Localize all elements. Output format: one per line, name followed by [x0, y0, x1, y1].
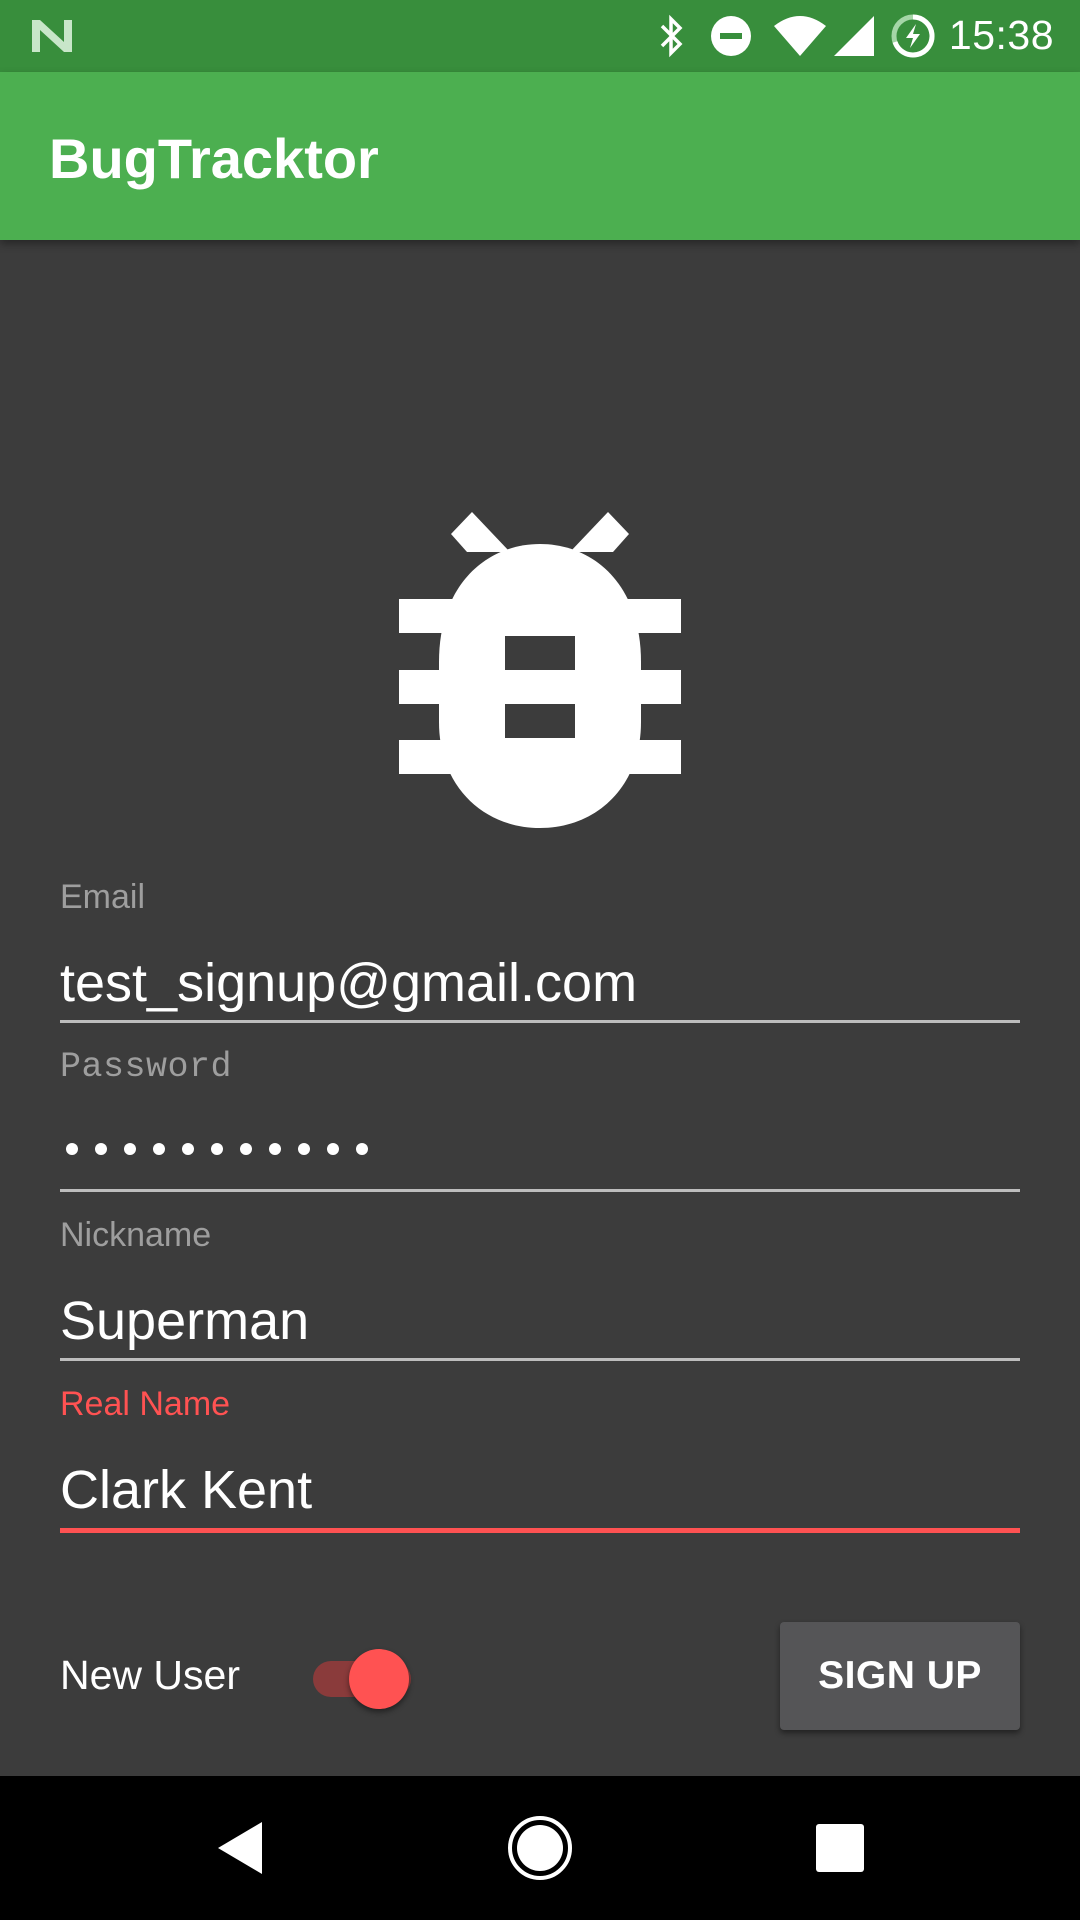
new-user-switch[interactable]	[313, 1649, 411, 1709]
recents-icon	[816, 1824, 864, 1872]
real-name-underline	[60, 1528, 1020, 1533]
real-name-label: Real Name	[60, 1385, 231, 1423]
n-logo-icon	[32, 20, 72, 52]
back-icon	[218, 1822, 262, 1874]
nickname-field[interactable]: Nickname Superman	[60, 1216, 1020, 1362]
sign-up-button[interactable]: SIGN UP	[780, 1622, 1020, 1730]
password-dot	[327, 1143, 339, 1155]
password-dot	[269, 1143, 281, 1155]
nav-recents-button[interactable]	[770, 1776, 910, 1920]
status-bar: 15:38	[0, 0, 1080, 72]
real-name-input[interactable]: Clark Kent	[60, 1459, 312, 1521]
bug-icon	[399, 512, 681, 828]
wifi-icon	[774, 16, 826, 56]
password-dot	[153, 1143, 165, 1155]
nickname-underline	[60, 1358, 1020, 1361]
nickname-input[interactable]: Superman	[60, 1290, 309, 1352]
email-field[interactable]: Email test_signup@gmail.com	[60, 878, 1020, 1024]
bluetooth-icon	[660, 14, 683, 58]
signup-screen: 15:38 BugTracktor Email test_signup@gmai…	[0, 0, 1080, 1920]
password-label: Password	[60, 1047, 233, 1087]
nav-back-button[interactable]	[170, 1776, 310, 1920]
status-time: 15:38	[948, 12, 1054, 58]
nickname-label: Nickname	[60, 1216, 212, 1254]
app-bar: BugTracktor	[0, 72, 1080, 240]
home-icon	[508, 1816, 572, 1880]
password-field[interactable]: Password	[60, 1047, 1020, 1193]
real-name-field[interactable]: Real Name Clark Kent	[60, 1385, 1020, 1535]
password-underline	[60, 1189, 1020, 1192]
password-dot	[182, 1143, 194, 1155]
new-user-label: New User	[60, 1652, 240, 1698]
email-input[interactable]: test_signup@gmail.com	[60, 952, 637, 1014]
do-not-disturb-icon	[711, 16, 751, 56]
app-title: BugTracktor	[49, 127, 379, 190]
password-dot	[298, 1143, 310, 1155]
password-dot	[240, 1143, 252, 1155]
password-dot	[356, 1143, 368, 1155]
password-dot	[211, 1143, 223, 1155]
navigation-bar	[0, 1776, 1080, 1920]
email-underline	[60, 1020, 1020, 1023]
password-input[interactable]	[66, 1143, 368, 1155]
switch-thumb	[349, 1649, 409, 1709]
nav-home-button[interactable]	[470, 1776, 610, 1920]
battery-charging-icon	[891, 14, 935, 58]
email-label: Email	[60, 878, 146, 916]
password-dot	[124, 1143, 136, 1155]
password-dot	[95, 1143, 107, 1155]
cell-signal-icon	[834, 16, 874, 56]
password-dot	[66, 1143, 78, 1155]
